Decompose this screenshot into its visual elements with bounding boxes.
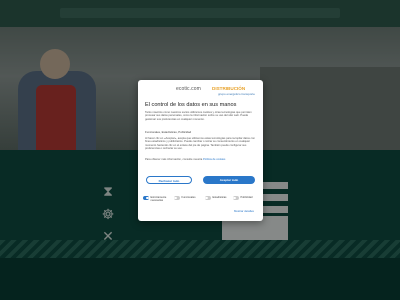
more-info-label: Para obtener más información, consulte n… [145, 158, 203, 161]
toggle-functional[interactable]: Funcionales [174, 196, 196, 200]
toggle-switch[interactable] [233, 196, 239, 200]
toggle-switch[interactable] [143, 196, 149, 200]
toggle-label: Funcionales [181, 196, 196, 199]
toggle-label: Estadísticas [212, 196, 227, 199]
toggle-advertising[interactable]: Publicidad [233, 196, 252, 200]
logo-main-text: ecotic.com [176, 86, 201, 92]
intro-text: Tanto nosotros como nuestros socios util… [145, 111, 252, 121]
cookie-consent-dialog: ecotic.com DISTRIBUCIÓN grupo energético… [138, 80, 263, 221]
toggle-label: Estrictamente necesarias [150, 196, 167, 202]
category-toggles: Estrictamente necesarias Funcionales Est… [143, 196, 261, 204]
dialog-title: El control de los datos en sus manos [145, 102, 237, 108]
more-info-text: Para obtener más información, consulte n… [145, 158, 257, 161]
toggle-statistics[interactable]: Estadísticas [205, 196, 226, 200]
logo-brand-text: DISTRIBUCIÓN [212, 86, 246, 91]
reject-all-button[interactable]: Rechazar todo [146, 176, 192, 184]
logo-tagline: grupo energético transporte [218, 92, 255, 96]
toggle-necessary[interactable]: Estrictamente necesarias [143, 196, 171, 202]
purposes-list: Funcionales, Estadísticas, Publicidad [145, 130, 192, 134]
show-details-link[interactable]: Mostrar detalles [234, 209, 254, 213]
brand-logo: ecotic.com DISTRIBUCIÓN grupo energético… [138, 86, 263, 98]
toggle-switch[interactable] [174, 196, 180, 200]
accept-all-button[interactable]: Aceptar todo [203, 176, 255, 184]
toggle-switch[interactable] [205, 196, 211, 200]
cookie-policy-link[interactable]: Política de cookies [203, 158, 225, 161]
toggle-label: Publicidad [240, 196, 253, 199]
consent-explanation: Al hacer clic en «Aceptar», acepta que u… [145, 137, 255, 151]
